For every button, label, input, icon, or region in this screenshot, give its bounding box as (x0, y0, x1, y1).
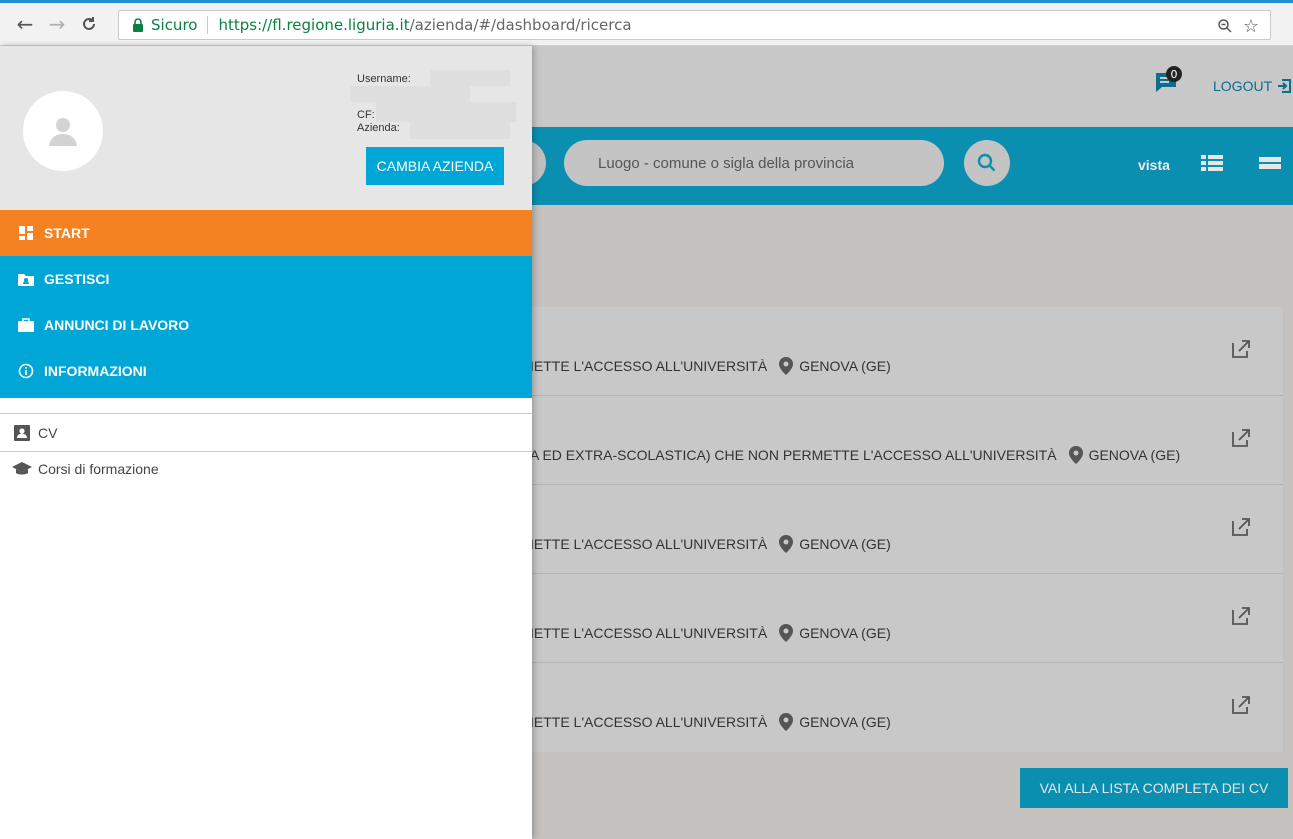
cv-description: IETTE L'ACCESSO ALL'UNIVERSITÀ (530, 358, 768, 374)
map-pin-icon (779, 624, 794, 642)
external-link-icon[interactable] (1230, 516, 1252, 538)
cv-description: A ED EXTRA-SCOLASTICA) CHE NON PERMETTE … (530, 447, 1057, 463)
folder-user-icon (18, 271, 34, 287)
external-link-icon[interactable] (1230, 694, 1252, 716)
back-arrow-icon[interactable]: ← (12, 11, 38, 37)
redacted-username (430, 70, 510, 86)
menu-footer-bar (0, 394, 532, 398)
dashboard-icon (18, 225, 34, 241)
redacted-username-extra (350, 86, 470, 102)
search-button[interactable] (964, 140, 1010, 186)
address-separator (207, 16, 209, 34)
drawer-menu: START GESTISCI ANNUNCI DI LAVORO INFORMA… (0, 210, 532, 398)
menu-item-start[interactable]: START (0, 210, 532, 256)
cv-description: IETTE L'ACCESSO ALL'UNIVERSITÀ (530, 625, 768, 641)
logout-icon (1278, 79, 1292, 93)
username-label: Username: (357, 73, 411, 85)
map-pin-icon (1068, 446, 1083, 464)
table-row[interactable]: IETTE L'ACCESSO ALL'UNIVERSITÀ GENOVA (GE… (460, 663, 1283, 752)
card-view-icon[interactable] (1259, 154, 1281, 177)
menu-item-label: GESTISCI (44, 271, 110, 287)
url-host: https://fl.regione.liguria.it (218, 16, 410, 34)
menu-item-label: ANNUNCI DI LAVORO (44, 317, 190, 333)
menu-item-label: INFORMAZIONI (44, 363, 147, 379)
cv-location: GENOVA (GE) (799, 358, 891, 374)
table-row[interactable]: IETTE L'ACCESSO ALL'UNIVERSITÀ GENOVA (GE… (460, 574, 1283, 663)
user-profile-panel: Username: CF: Azienda: CAMBIA AZIENDA (0, 46, 532, 210)
cv-location: GENOVA (GE) (799, 536, 891, 552)
table-row[interactable]: IETTE L'ACCESSO ALL'UNIVERSITÀ GENOVA (GE… (460, 307, 1283, 396)
graduation-cap-icon (12, 460, 32, 478)
link-label: Corsi di formazione (38, 460, 159, 477)
external-link-icon[interactable] (1230, 338, 1252, 360)
address-bar[interactable]: Sicuro https://fl.regione.liguria.it/azi… (118, 10, 1271, 40)
link-cv[interactable]: CV (0, 413, 532, 451)
external-link-icon[interactable] (1230, 605, 1252, 627)
external-link-icon[interactable] (1230, 427, 1252, 449)
link-label: CV (38, 424, 58, 441)
browser-toolbar: ← → Sicuro https://fl.regione.liguria.it… (0, 0, 1293, 46)
map-pin-icon (779, 713, 794, 731)
reload-icon[interactable] (76, 11, 102, 37)
table-row[interactable]: IETTE L'ACCESSO ALL'UNIVERSITÀ GENOVA (GE… (460, 485, 1283, 574)
change-company-button[interactable]: CAMBIA AZIENDA (366, 147, 504, 185)
briefcase-icon (18, 317, 34, 333)
logout-link[interactable]: LOGOUT (1213, 78, 1292, 94)
info-icon (18, 363, 34, 379)
contact-card-icon (12, 424, 32, 442)
redacted-cf (376, 102, 516, 122)
cv-location: GENOVA (GE) (1088, 447, 1181, 463)
menu-item-annunci-di-lavoro[interactable]: ANNUNCI DI LAVORO (0, 302, 532, 348)
map-pin-icon (779, 535, 794, 553)
cv-list: IETTE L'ACCESSO ALL'UNIVERSITÀ GENOVA (GE… (460, 307, 1283, 752)
azienda-label: Azienda: (357, 122, 400, 134)
zoom-icon[interactable] (1214, 15, 1236, 37)
menu-item-informazioni[interactable]: INFORMAZIONI (0, 348, 532, 394)
link-corsi-di-formazione[interactable]: Corsi di formazione (0, 451, 532, 485)
view-label: vista (1138, 157, 1170, 173)
avatar-icon (23, 91, 103, 171)
forward-arrow-icon[interactable]: → (44, 11, 70, 37)
menu-item-gestisci[interactable]: GESTISCI (0, 256, 532, 302)
full-cv-list-button[interactable]: VAI ALLA LISTA COMPLETA DEI CV (1020, 768, 1288, 808)
cf-label: CF: (357, 109, 375, 121)
cv-location: GENOVA (GE) (799, 714, 891, 730)
lock-icon (127, 11, 149, 39)
navigation-drawer: Username: CF: Azienda: CAMBIA AZIENDA ST… (0, 46, 532, 839)
url-path: /azienda/#/dashboard/ricerca (409, 16, 632, 34)
table-row[interactable]: A ED EXTRA-SCOLASTICA) CHE NON PERMETTE … (460, 396, 1283, 485)
cv-description: IETTE L'ACCESSO ALL'UNIVERSITÀ (530, 536, 768, 552)
cv-description: IETTE L'ACCESSO ALL'UNIVERSITÀ (530, 714, 768, 730)
search-icon (977, 153, 996, 172)
cv-location: GENOVA (GE) (799, 625, 891, 641)
secure-label: Sicuro (151, 16, 198, 34)
menu-item-label: START (44, 225, 90, 241)
bookmark-star-icon[interactable]: ☆ (1240, 15, 1262, 37)
map-pin-icon (779, 357, 794, 375)
drawer-links: CV Corsi di formazione (0, 413, 532, 485)
logout-label: LOGOUT (1213, 78, 1273, 94)
list-view-icon[interactable] (1201, 154, 1223, 177)
redacted-azienda (410, 121, 510, 139)
location-search-input[interactable] (564, 140, 944, 186)
notification-badge: 0 (1166, 66, 1182, 82)
